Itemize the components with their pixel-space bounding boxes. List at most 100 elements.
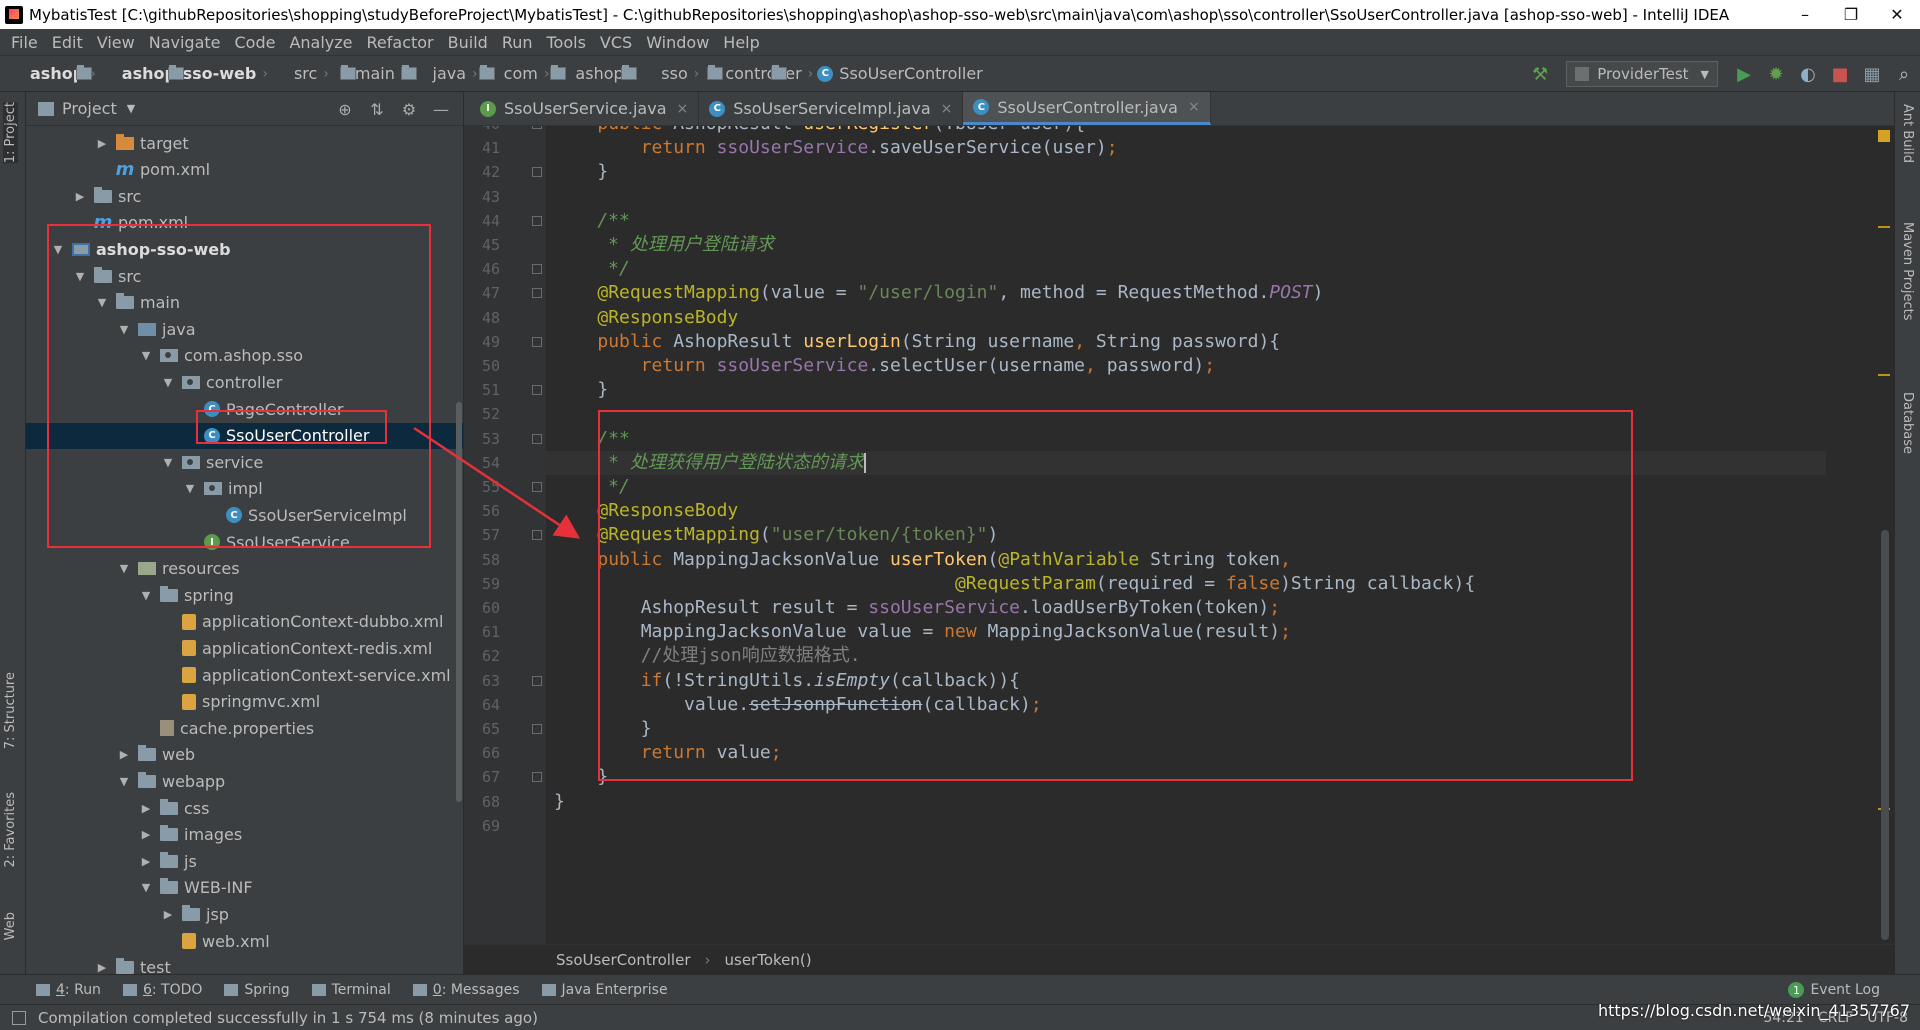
breadcrumb-method[interactable]: userToken()	[725, 951, 812, 969]
tree-item[interactable]: ▶ src	[26, 183, 463, 209]
tree-item[interactable]: ▼ java	[26, 316, 463, 342]
breadcrumb-item[interactable]: java ›	[411, 64, 495, 83]
tab-project[interactable]: 1: Project	[3, 102, 18, 164]
tree-item[interactable]: applicationContext-redis.xml	[26, 635, 463, 661]
menu-edit[interactable]: Edit	[45, 33, 90, 52]
fold-marker-icon[interactable]	[532, 482, 542, 492]
tree-item[interactable]: springmvc.xml	[26, 689, 463, 715]
code-line[interactable]: value.setJsonpFunction(callback);	[554, 693, 1042, 717]
tree-item[interactable]: ▼ com.ashop.sso	[26, 343, 463, 369]
fold-marker-icon[interactable]	[532, 385, 542, 396]
tool-windows-toggle-icon[interactable]	[12, 1010, 26, 1025]
menu-build[interactable]: Build	[441, 33, 495, 52]
fold-marker-icon[interactable]	[532, 215, 542, 226]
expanded-arrow-icon[interactable]: ▼	[116, 775, 132, 788]
collapsed-arrow-icon[interactable]: ▶	[72, 190, 88, 203]
collapse-all-icon[interactable]: ⇅	[361, 100, 393, 119]
breadcrumb-item[interactable]: ashop›	[553, 64, 638, 83]
expanded-arrow-icon[interactable]: ▼	[94, 296, 110, 309]
menu-navigate[interactable]: Navigate	[142, 33, 228, 52]
menu-help[interactable]: Help	[716, 33, 766, 52]
search-icon[interactable]: ⌕	[1888, 56, 1920, 92]
collapsed-arrow-icon[interactable]: ▶	[94, 137, 110, 150]
tree-item[interactable]: ▼ ashop-sso-web	[26, 236, 463, 262]
code-line[interactable]: MappingJacksonValue value = new MappingJ…	[554, 620, 1291, 644]
tab-favorites[interactable]: 2: Favorites	[3, 792, 18, 868]
fold-marker-icon[interactable]	[532, 530, 542, 541]
tree-item[interactable]: C SsoUserController	[26, 422, 463, 449]
project-view-select[interactable]: Project	[62, 99, 117, 118]
code-line[interactable]: }	[554, 378, 608, 402]
run-icon[interactable]: ▶	[1728, 56, 1760, 92]
expanded-arrow-icon[interactable]: ▼	[138, 349, 154, 362]
fold-marker-icon[interactable]	[532, 264, 542, 275]
fold-marker-icon[interactable]	[532, 126, 542, 129]
collapsed-arrow-icon[interactable]: ▶	[138, 828, 154, 841]
menu-refactor[interactable]: Refactor	[360, 33, 441, 52]
warning-mark[interactable]	[1878, 226, 1890, 228]
tab-maven-projects[interactable]: Maven Projects	[1900, 222, 1915, 321]
tree-item[interactable]: ▼ src	[26, 263, 463, 289]
tab-ssouserservice-java[interactable]: I SsoUserService.java ×	[470, 92, 700, 125]
breadcrumb-item[interactable]: C SsoUserController	[817, 64, 983, 83]
code-line[interactable]: * 处理获得用户登陆状态的请求	[546, 450, 1826, 475]
tree-item[interactable]: applicationContext-service.xml	[26, 662, 463, 688]
menu-analyze[interactable]: Analyze	[282, 33, 359, 52]
tree-item[interactable]: cache.properties	[26, 715, 463, 741]
tree-item[interactable]: ▼ spring	[26, 582, 463, 608]
tree-item[interactable]: ▶ css	[26, 795, 463, 821]
collapsed-arrow-icon[interactable]: ▶	[116, 748, 132, 761]
expanded-arrow-icon[interactable]: ▼	[72, 270, 88, 283]
code-line[interactable]: return ssoUserService.selectUser(usernam…	[554, 354, 1215, 378]
breadcrumb-item[interactable]: src ›	[272, 64, 356, 83]
menu-code[interactable]: Code	[228, 33, 283, 52]
project-scrollbar-thumb[interactable]	[456, 402, 462, 802]
breadcrumb-item[interactable]: ashop›	[8, 64, 96, 83]
code-line[interactable]: @ResponseBody	[554, 499, 738, 523]
breadcrumb-class[interactable]: SsoUserController	[556, 951, 691, 969]
expanded-arrow-icon[interactable]: ▼	[182, 482, 198, 495]
code-line[interactable]: if(!StringUtils.isEmpty(callback)){	[554, 669, 1020, 693]
tree-item[interactable]: applicationContext-dubbo.xml	[26, 609, 463, 635]
tool-tab-run[interactable]: 4: Run	[36, 982, 101, 998]
expanded-arrow-icon[interactable]: ▼	[138, 589, 154, 602]
code-line[interactable]: }	[554, 717, 652, 741]
tool-tab-todo[interactable]: 6: TODO	[122, 982, 202, 998]
fold-marker-icon[interactable]	[532, 167, 542, 178]
expanded-arrow-icon[interactable]: ▼	[50, 243, 66, 256]
tree-item[interactable]: C PageController	[26, 396, 463, 422]
warning-mark[interactable]	[1878, 374, 1890, 376]
hide-panel-icon[interactable]: —	[425, 100, 457, 119]
tab-structure[interactable]: 7: Structure	[3, 672, 18, 749]
tree-item[interactable]: ▼ impl	[26, 476, 463, 502]
expanded-arrow-icon[interactable]: ▼	[116, 323, 132, 336]
menu-run[interactable]: Run	[495, 33, 540, 52]
build-hammer-icon[interactable]: ⚒	[1524, 56, 1556, 92]
close-tab-icon[interactable]: ×	[1188, 99, 1200, 115]
debug-icon[interactable]: ✹	[1760, 56, 1792, 92]
tree-item[interactable]: C SsoUserServiceImpl	[26, 502, 463, 528]
collapsed-arrow-icon[interactable]: ▶	[94, 961, 110, 974]
fold-marker-icon[interactable]	[532, 724, 542, 734]
coverage-icon[interactable]: ◐	[1792, 56, 1824, 92]
tab-web[interactable]: Web	[3, 912, 18, 940]
locate-icon[interactable]: ⊕	[329, 100, 361, 119]
code-editor[interactable]: 40 41 42 43 44 45 46 47 48 49 50 51 52 53 54 55 56 57 58 59…	[464, 126, 1894, 944]
maximize-button[interactable]: ❐	[1828, 0, 1874, 29]
tree-item[interactable]: ▶ js	[26, 848, 463, 874]
code-line[interactable]: public AshopResult userRegister(TbUser u…	[554, 126, 1085, 136]
code-line[interactable]: public MappingJacksonValue userToken(@Pa…	[554, 548, 1291, 572]
gear-icon[interactable]: ⚙	[393, 100, 425, 119]
collapsed-arrow-icon[interactable]: ▶	[138, 855, 154, 868]
tab-ssouserserviceimpl-java[interactable]: C SsoUserServiceImpl.java ×	[699, 92, 964, 125]
menu-view[interactable]: View	[90, 33, 142, 52]
tree-item[interactable]: I SsoUserService	[26, 529, 463, 555]
tab-ant-build[interactable]: Ant Build	[1900, 104, 1915, 163]
close-button[interactable]: ✕	[1874, 0, 1920, 29]
menu-vcs[interactable]: VCS	[593, 33, 639, 52]
editor-scrollbar-thumb[interactable]	[1881, 530, 1889, 940]
code-line[interactable]: }	[554, 790, 565, 814]
menu-window[interactable]: Window	[639, 33, 716, 52]
tree-item[interactable]: ▼ main	[26, 290, 463, 316]
fold-marker-icon[interactable]	[532, 433, 542, 444]
